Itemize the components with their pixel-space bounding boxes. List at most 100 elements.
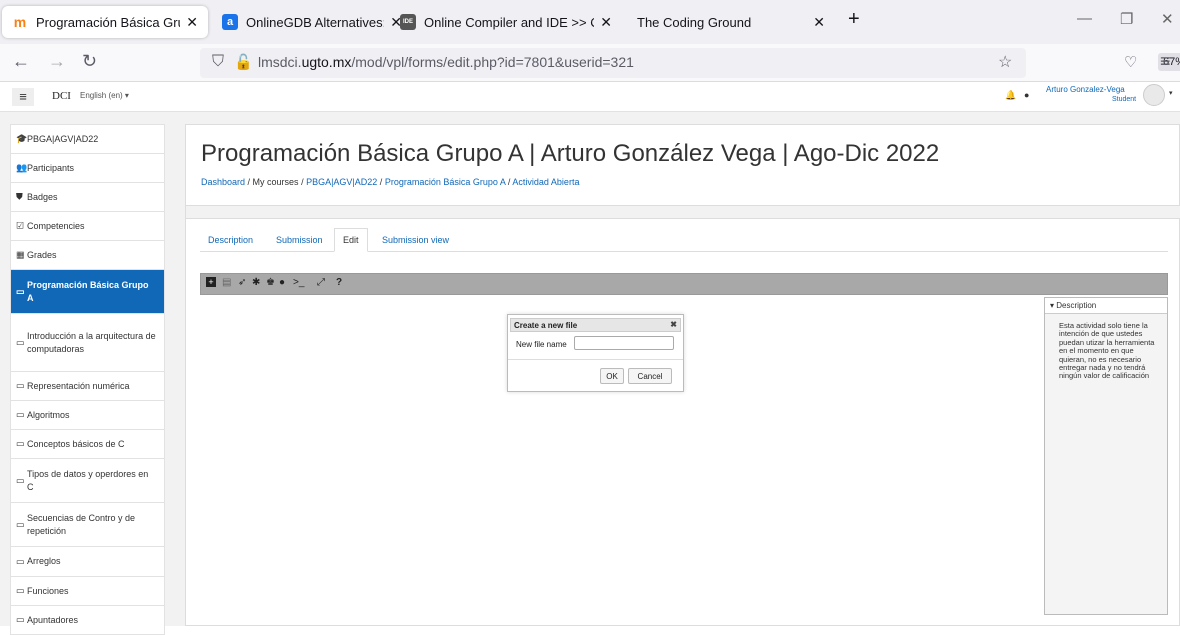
- sidebar-item[interactable]: ▦ Grades: [10, 241, 165, 270]
- folder-icon: ▭: [16, 409, 25, 420]
- avatar[interactable]: [1143, 84, 1165, 106]
- folder-icon: ▭: [16, 286, 25, 296]
- browser-tab-online-compiler[interactable]: IDE Online Compiler and IDE >> C/C ✕: [390, 6, 622, 38]
- sidebar-item[interactable]: ▭ Funciones: [10, 577, 165, 606]
- new-file-icon[interactable]: +: [206, 277, 216, 287]
- console-icon[interactable]: >_: [293, 277, 304, 288]
- reload-icon[interactable]: ↻: [82, 51, 97, 72]
- cancel-button[interactable]: Cancel: [628, 368, 672, 384]
- activity-tabs: Description Submission Edit Submission v…: [200, 228, 1168, 252]
- site-name[interactable]: DCI: [52, 90, 71, 102]
- users-icon: 👥: [16, 162, 28, 173]
- browser-tab-title: The Coding Ground: [637, 14, 752, 30]
- sidebar-item-label: Programación Básica Grupo A: [27, 279, 149, 303]
- sidebar-item-label: Secuencias de Contro y de repetición: [27, 512, 136, 536]
- app-menu-icon[interactable]: ≡: [1160, 51, 1171, 72]
- sidebar-item[interactable]: ☑ Competencies: [10, 212, 165, 241]
- forward-arrow-icon[interactable]: →: [48, 51, 66, 72]
- sidebar-item[interactable]: ▭ Programación Básica Grupo A: [10, 270, 165, 314]
- fullscreen-icon[interactable]: ⤢: [317, 277, 325, 288]
- ide-favicon-icon: IDE: [400, 14, 416, 30]
- sidebar-item-label: Badges: [27, 191, 58, 202]
- debug-bug-icon[interactable]: ✱: [252, 277, 260, 288]
- close-tab-icon[interactable]: ✕: [600, 14, 612, 31]
- breadcrumb-activity[interactable]: Actividad Abierta: [512, 177, 579, 187]
- folder-icon: ▭: [16, 614, 25, 625]
- bookmark-star-icon[interactable]: ☆: [998, 52, 1012, 72]
- breadcrumb: Dashboard / My courses / PBGA|AGV|AD22 /…: [201, 177, 580, 187]
- close-tab-icon[interactable]: ✕: [813, 14, 825, 31]
- close-window-button[interactable]: ✕: [1161, 10, 1174, 28]
- sidebar-item-label: Tipos de datos y operdores en C: [27, 468, 149, 492]
- browser-tab-onlinegdb[interactable]: a OnlineGDB Alternatives: Top 3 In ✕: [212, 6, 412, 38]
- sidebar-item[interactable]: 👥 Participants: [10, 154, 165, 183]
- breadcrumb-course[interactable]: Programación Básica Grupo A: [385, 177, 506, 187]
- file-name-label: New file name: [516, 340, 567, 349]
- insecure-lock-icon[interactable]: 🔓: [234, 53, 253, 71]
- url-text[interactable]: lmsdci.ugto.mx/mod/vpl/forms/edit.php?id…: [258, 54, 634, 70]
- close-icon[interactable]: ✖: [670, 320, 677, 329]
- moodle-favicon-icon: m: [13, 14, 27, 30]
- sidebar-item[interactable]: 🎓 PBGA|AGV|AD22: [10, 124, 165, 154]
- sidebar-item[interactable]: ▭ Tipos de datos y operdores en C: [10, 459, 165, 503]
- bell-icon[interactable]: 🔔: [1005, 90, 1016, 101]
- breadcrumb-my-courses[interactable]: My courses: [253, 177, 299, 187]
- user-menu-caret-icon[interactable]: ▾: [1169, 89, 1173, 97]
- sidebar-item[interactable]: ▭ Conceptos básicos de C: [10, 430, 165, 459]
- create-file-dialog: Create a new file ✖ New file name OK Can…: [507, 314, 684, 392]
- folder-icon: ▭: [16, 585, 25, 596]
- browser-tab-bar: m Programación Básica Grupo A | Ar ✕ a O…: [0, 0, 1180, 44]
- tab-description[interactable]: Description: [200, 228, 261, 252]
- tab-submission[interactable]: Submission: [268, 228, 331, 252]
- shield-icon[interactable]: ⛉: [212, 53, 224, 71]
- run-icon[interactable]: ➶: [238, 277, 246, 288]
- browser-tab-title: Programación Básica Grupo A | Ar: [36, 14, 180, 30]
- folder-icon: ▭: [16, 556, 25, 566]
- pocket-icon[interactable]: ♡: [1124, 53, 1137, 71]
- folder-icon: ▭: [16, 475, 25, 485]
- message-icon[interactable]: ●: [1024, 90, 1029, 100]
- language-menu[interactable]: English (en) ▾: [80, 91, 129, 100]
- evaluate-icon[interactable]: ♚: [266, 277, 275, 288]
- browser-tab-coding-ground[interactable]: The Coding Ground ✕: [627, 6, 835, 38]
- minimize-window-button[interactable]: —: [1077, 10, 1092, 27]
- sidebar-item[interactable]: ▭ Secuencias de Contro y de repetición: [10, 503, 165, 547]
- sidebar-item[interactable]: ▭ Algoritmos: [10, 401, 165, 430]
- breadcrumb-dashboard[interactable]: Dashboard: [201, 177, 245, 187]
- section-divider: [186, 205, 1180, 219]
- sidebar-item-label: Participants: [27, 162, 75, 173]
- sidebar-item[interactable]: ⛊ Badges: [10, 183, 165, 212]
- hamburger-menu-icon[interactable]: ≡: [12, 88, 34, 106]
- tab-submission-view[interactable]: Submission view: [374, 228, 457, 252]
- help-icon[interactable]: ?: [336, 277, 342, 288]
- folder-icon: ▭: [16, 337, 25, 347]
- new-tab-button[interactable]: +: [848, 8, 860, 31]
- save-icon[interactable]: ▤: [222, 277, 231, 288]
- user-name[interactable]: Arturo Gonzalez-Vega: [1046, 85, 1125, 94]
- file-name-input[interactable]: [574, 336, 674, 350]
- sidebar-item[interactable]: ▭ Representación numérica: [10, 372, 165, 401]
- ok-button[interactable]: OK: [600, 368, 624, 384]
- sidebar-item[interactable]: ▭ Introducción a la arquitectura de compu…: [10, 314, 165, 372]
- back-arrow-icon[interactable]: ←: [12, 51, 30, 72]
- description-text: Esta actividad solo tiene la intención d…: [1059, 321, 1155, 381]
- shield-icon: ⛊: [16, 191, 23, 202]
- sidebar-item-label: PBGA|AGV|AD22: [27, 133, 99, 144]
- url-path: /mod/vpl/forms/edit.php?id=7801&userid=3…: [351, 54, 634, 70]
- close-tab-icon[interactable]: ✕: [186, 14, 198, 31]
- sidebar-item[interactable]: ▭ Arreglos: [10, 547, 165, 577]
- check-square-icon: ☑: [16, 220, 25, 231]
- description-heading[interactable]: ▾ Description: [1045, 298, 1167, 314]
- sidebar-item-label: Funciones: [27, 585, 69, 596]
- sidebar-item[interactable]: ▭ Apuntadores: [10, 606, 165, 635]
- breadcrumb-course-short[interactable]: PBGA|AGV|AD22: [306, 177, 377, 187]
- restore-window-button[interactable]: ❐: [1120, 10, 1133, 28]
- course-navigation: 🎓 PBGA|AGV|AD22 👥 Participants ⛊ Badges ☑ Compe…: [10, 124, 165, 635]
- sidebar-item-label: Introducción a la arquitectura de comput…: [27, 330, 156, 354]
- tab-edit[interactable]: Edit: [334, 228, 368, 252]
- address-bar[interactable]: ⛉ 🔓 lmsdci.ugto.mx/mod/vpl/forms/edit.ph…: [200, 48, 1180, 78]
- dialog-title: Create a new file: [514, 321, 578, 330]
- comments-icon[interactable]: ●: [279, 277, 285, 288]
- url-domain: ugto.mx: [301, 54, 352, 70]
- browser-tab-moodle[interactable]: m Programación Básica Grupo A | Ar ✕: [2, 6, 208, 38]
